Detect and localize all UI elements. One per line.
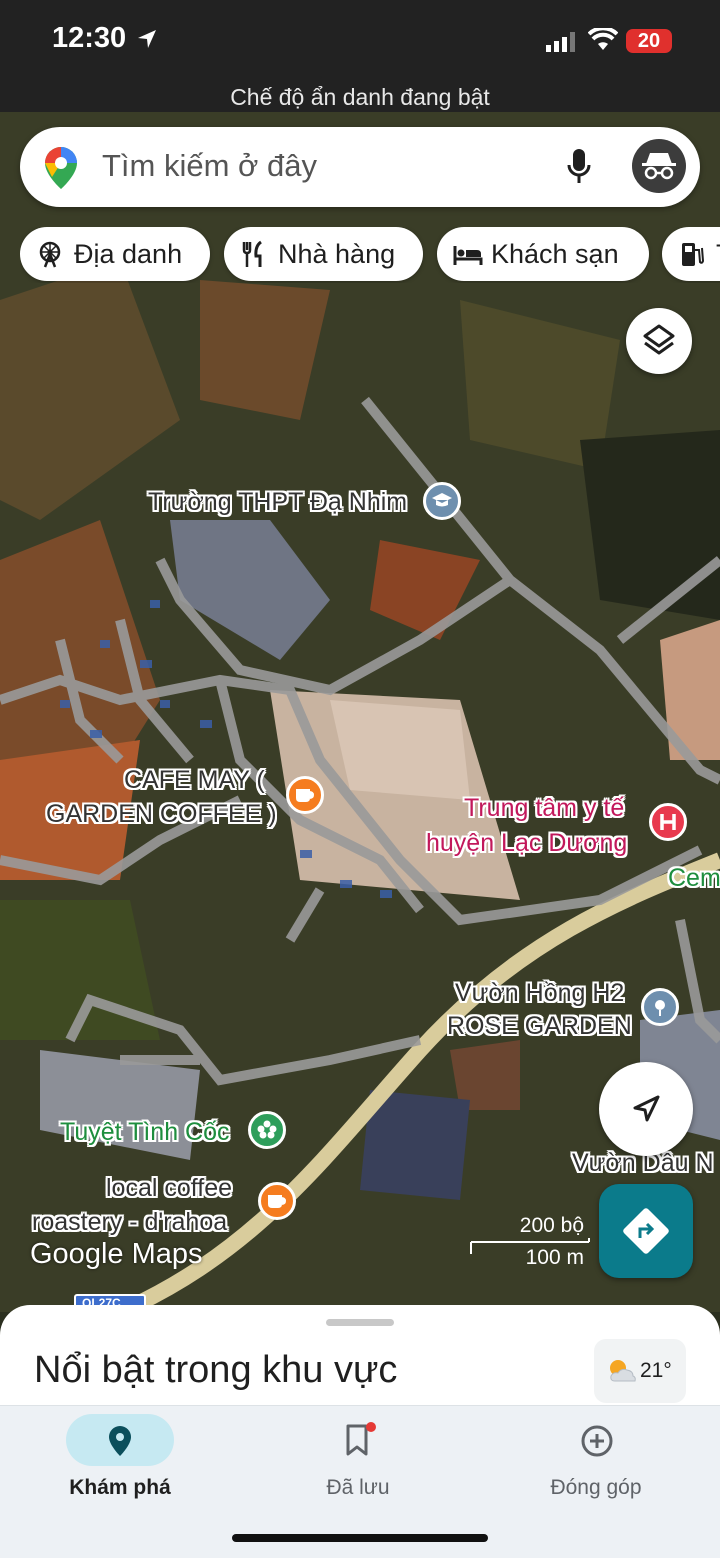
location-arrow-icon (138, 30, 156, 48)
my-location-button[interactable] (599, 1062, 693, 1156)
nav-explore[interactable]: Khám phá (0, 1406, 240, 1536)
school-pin-icon[interactable] (423, 482, 461, 520)
directions-button[interactable] (599, 1184, 693, 1278)
gas-station-icon (682, 243, 705, 266)
map-label-school[interactable]: Trường THPT Đạ Nhim (148, 487, 407, 517)
navigation-arrow-icon (633, 1095, 660, 1122)
explore-pin-icon (109, 1426, 131, 1456)
chip-restaurants[interactable]: Nhà hàng (224, 227, 423, 281)
chip-hotels[interactable]: Khách sạn (437, 227, 649, 281)
map-label-local-coffee-line2[interactable]: roastery - d'rahoa (32, 1207, 227, 1237)
map-scale: 200 bộ 100 m (470, 1214, 590, 1274)
chip-label: Nhà hàng (278, 239, 396, 269)
nav-label: Đã lưu (326, 1476, 390, 1499)
scale-imperial: 200 bộ (519, 1214, 584, 1237)
bed-icon (453, 246, 483, 265)
add-circle-icon (581, 1425, 613, 1457)
nav-label: Khám phá (69, 1476, 171, 1499)
home-indicator (232, 1534, 488, 1542)
map-label-medical-line1[interactable]: Trung tâm y tế (464, 793, 624, 823)
weather-badge[interactable]: 21° (594, 1339, 686, 1403)
cellular-signal-icon (546, 32, 575, 52)
place-pin-icon[interactable] (641, 988, 679, 1026)
cafe-pin-icon[interactable] (286, 776, 324, 814)
chip-gas-stations[interactable]: T (662, 227, 720, 281)
cafe-pin-icon[interactable] (258, 1182, 296, 1220)
status-bar: 12:30 20 Chế độ ẩn danh đang bật (0, 0, 720, 112)
wifi-icon (588, 28, 618, 50)
chip-landmarks[interactable]: Địa danh (20, 227, 210, 281)
layers-icon (643, 324, 675, 355)
nav-label: Đóng góp (550, 1476, 642, 1499)
nav-saved[interactable]: Đã lưu (238, 1406, 478, 1536)
sheet-title: Nổi bật trong khu vực (34, 1349, 398, 1391)
hospital-pin-icon[interactable] (649, 803, 687, 841)
category-chips: Địa danh Nhà hàng Khách sạn T (20, 227, 720, 283)
map-label-tuyet-tinh-coc[interactable]: Tuyệt Tình Cốc (60, 1117, 230, 1147)
park-pin-icon[interactable] (248, 1111, 286, 1149)
incognito-banner: Chế độ ẩn danh đang bật (230, 84, 490, 110)
layers-button[interactable] (626, 308, 692, 374)
search-bar[interactable]: Tìm kiếm ở đây (20, 127, 700, 207)
google-maps-pin-icon (45, 147, 77, 189)
chip-label: Địa danh (74, 239, 183, 269)
directions-icon (623, 1208, 669, 1254)
map-label-cafe-may-line2[interactable]: GARDEN COFFEE ) (46, 799, 277, 829)
map-label-local-coffee-line1[interactable]: local coffee (106, 1173, 232, 1203)
map-label-rose-line1[interactable]: Vườn Hồng H2 (455, 978, 624, 1008)
battery-indicator: 20 (626, 29, 672, 53)
sheet-drag-handle[interactable] (326, 1319, 394, 1326)
nav-contribute[interactable]: Đóng góp (476, 1406, 716, 1536)
map-label-rose-line2[interactable]: ROSE GARDEN (447, 1011, 632, 1041)
google-maps-logo: Google Maps (30, 1238, 203, 1270)
scale-bar (470, 1238, 590, 1254)
incognito-avatar-icon[interactable] (632, 139, 686, 193)
partly-cloudy-icon (610, 1360, 636, 1382)
ferris-wheel-icon (39, 241, 61, 268)
status-time: 12:30 (52, 22, 127, 54)
map-label-cafe-may-line1[interactable]: CAFE MAY ( (124, 765, 265, 795)
explore-sheet[interactable]: Nổi bật trong khu vực 21° (0, 1305, 720, 1415)
chip-label: T (716, 227, 720, 281)
fork-knife-icon (242, 240, 262, 267)
microphone-icon[interactable] (566, 147, 592, 187)
map-label-medical-line2[interactable]: huyện Lạc Dương (426, 828, 627, 858)
bookmark-icon (346, 1422, 376, 1456)
search-input[interactable]: Tìm kiếm ở đây (102, 148, 317, 184)
map-label-cem[interactable]: Cem (668, 863, 720, 893)
chip-label: Khách sạn (491, 239, 619, 269)
temperature: 21° (640, 1359, 672, 1382)
